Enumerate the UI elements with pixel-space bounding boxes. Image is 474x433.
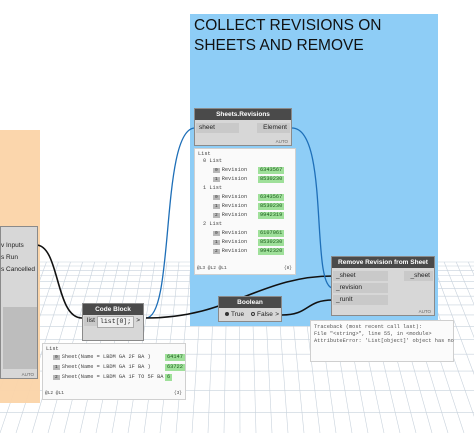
preview-revision-row: 0 Revision [213,194,247,200]
preview-element-id[interactable]: 8530230 [258,239,285,246]
preview-index: 0 [213,195,220,200]
preview-element-id[interactable]: 6343567 [258,167,285,174]
preview-revision-row: 2 Revision [213,212,247,218]
preview-element-id[interactable]: 6343567 [258,194,285,201]
cb-preview-index: 0 [53,355,60,360]
preview-revision-row: 2 Revision [213,248,247,254]
sheets-revisions-title: Sheets.Revisions [195,109,291,120]
radio-unselected-icon [251,312,255,316]
boolean-output[interactable]: > [275,310,279,320]
preview-type-label: Revision [221,230,248,236]
preview-index: 2 [213,249,220,254]
error-line-2: File "<string>", line 55, in <module> [314,331,432,337]
remove-input-runit[interactable]: _runIt [333,295,388,305]
preview-revision-row: 0 Revision [213,230,247,236]
remove-output-sheet[interactable]: _sheet [404,271,433,281]
preview-index: 0 [213,168,220,173]
left-node-label-1: v Inputs [1,242,24,249]
sheets-revisions-input-sheet[interactable]: sheet [196,123,239,133]
boolean-title: Boolean [219,297,281,308]
sheets-revisions-preview[interactable]: List 0 List 0 Revision 6343567 1 Revision 8530… [194,148,296,275]
code-block-node[interactable]: Code Block list list[0]; > [82,303,144,341]
preview-revision-row: 1 Revision [213,176,247,182]
boolean-true-radio[interactable]: True [225,310,244,320]
sheets-revisions-node[interactable]: Sheets.Revisions sheet Element AUTO [194,108,292,146]
code-block-editor[interactable]: list[0]; [97,316,135,328]
preview-element-id[interactable]: 9942319 [258,212,285,219]
remove-revision-node[interactable]: Remove Revision from Sheet _sheet _revis… [331,256,435,316]
remove-input-sheet[interactable]: _sheet [333,271,388,281]
preview-type-label: Revision [221,176,248,182]
cb-preview-count: {3} [173,391,182,396]
cb-preview-element-id[interactable]: 63722 [165,364,185,371]
left-node-auto: AUTO [21,372,34,377]
preview-index: 1 [213,204,220,209]
preview-element-id[interactable]: 8530230 [258,176,285,183]
left-node-label-3: s Cancelled [1,266,35,273]
preview-type-label: Revision [221,194,248,200]
error-message: Traceback (most recent call last): File … [310,320,454,362]
cb-preview-row: 0 Sheet(Name = LBDM GA 2F BA ) [53,354,151,360]
boolean-true-label: True [231,311,245,318]
group-title-line2: SHEETS AND REMOVE [194,37,364,54]
radio-selected-icon [225,312,229,316]
code-block-title: Code Block [83,304,143,315]
preview-sublist-header: 0 List [203,158,223,164]
cb-preview-sheet-label: Sheet(Name = LBDM GA 2F BA ) [61,354,151,360]
boolean-false-radio[interactable]: False [251,310,273,320]
preview-levels: @L3 @L2 @L1 [197,266,227,271]
sheets-revisions-output-element[interactable]: Element [257,123,290,133]
preview-type-label: Revision [221,167,248,173]
preview-sublist-header: 2 List [203,221,223,227]
preview-revision-row: 0 Revision [213,167,247,173]
cb-preview-row: 2 Sheet(Name = LBDM GA 1F TO 5F BA ) [53,374,170,380]
left-node-label-2: s Run [1,254,18,261]
preview-index: 2 [213,213,220,218]
cb-preview-index: 2 [53,375,60,380]
code-block-input-list[interactable]: list [84,316,97,326]
cb-preview-root: List [46,346,59,352]
cb-preview-levels: @L2 @L1 [45,391,64,396]
error-line-3: AttributeError: 'List[object]' object ha… [314,338,454,344]
preview-index: 1 [213,240,220,245]
preview-root: List [198,151,211,157]
code-block-preview[interactable]: List 0 Sheet(Name = LBDM GA 2F BA ) 64147 1… [42,343,186,400]
cb-preview-sheet-label: Sheet(Name = LBDM GA 1F TO 5F BA ) [61,374,170,380]
error-line-1: Traceback (most recent call last): [314,324,423,330]
cb-preview-row: 1 Sheet(Name = LBDM GA 1F BA ) [53,364,151,370]
group-title: COLLECT REVISIONS ON SHEETS AND REMOVE [194,16,381,56]
sheets-revisions-auto: AUTO [275,139,288,144]
cb-preview-sheet-label: Sheet(Name = LBDM GA 1F BA ) [61,364,151,370]
boolean-false-label: False [257,311,273,318]
group-title-line1: COLLECT REVISIONS ON [194,17,382,34]
preview-index: 0 [213,231,220,236]
code-block-output[interactable]: > [136,316,140,326]
cb-preview-element-id[interactable]: 64147 [165,354,185,361]
left-node-body [3,307,37,369]
remove-input-revision[interactable]: _revision [333,283,388,293]
left-partial-node[interactable]: v Inputs s Run s Cancelled AUTO [0,226,38,379]
preview-type-label: Revision [221,212,248,218]
preview-index: 1 [213,177,220,182]
preview-element-id[interactable]: 9942320 [258,248,285,255]
preview-type-label: Revision [221,248,248,254]
preview-sublist-header: 1 List [203,185,223,191]
preview-count: {8} [283,266,292,271]
boolean-node[interactable]: Boolean True False > [218,296,282,322]
preview-type-label: Revision [221,203,248,209]
remove-revision-title: Remove Revision from Sheet [332,257,434,268]
remove-revision-auto: AUTO [418,309,431,314]
preview-element-id[interactable]: 6107061 [258,230,285,237]
preview-type-label: Revision [221,239,248,245]
preview-revision-row: 1 Revision [213,239,247,245]
cb-preview-index: 1 [53,365,60,370]
preview-element-id[interactable]: 8530230 [258,203,285,210]
cb-preview-element-id[interactable]: 6 [165,374,173,381]
preview-revision-row: 1 Revision [213,203,247,209]
